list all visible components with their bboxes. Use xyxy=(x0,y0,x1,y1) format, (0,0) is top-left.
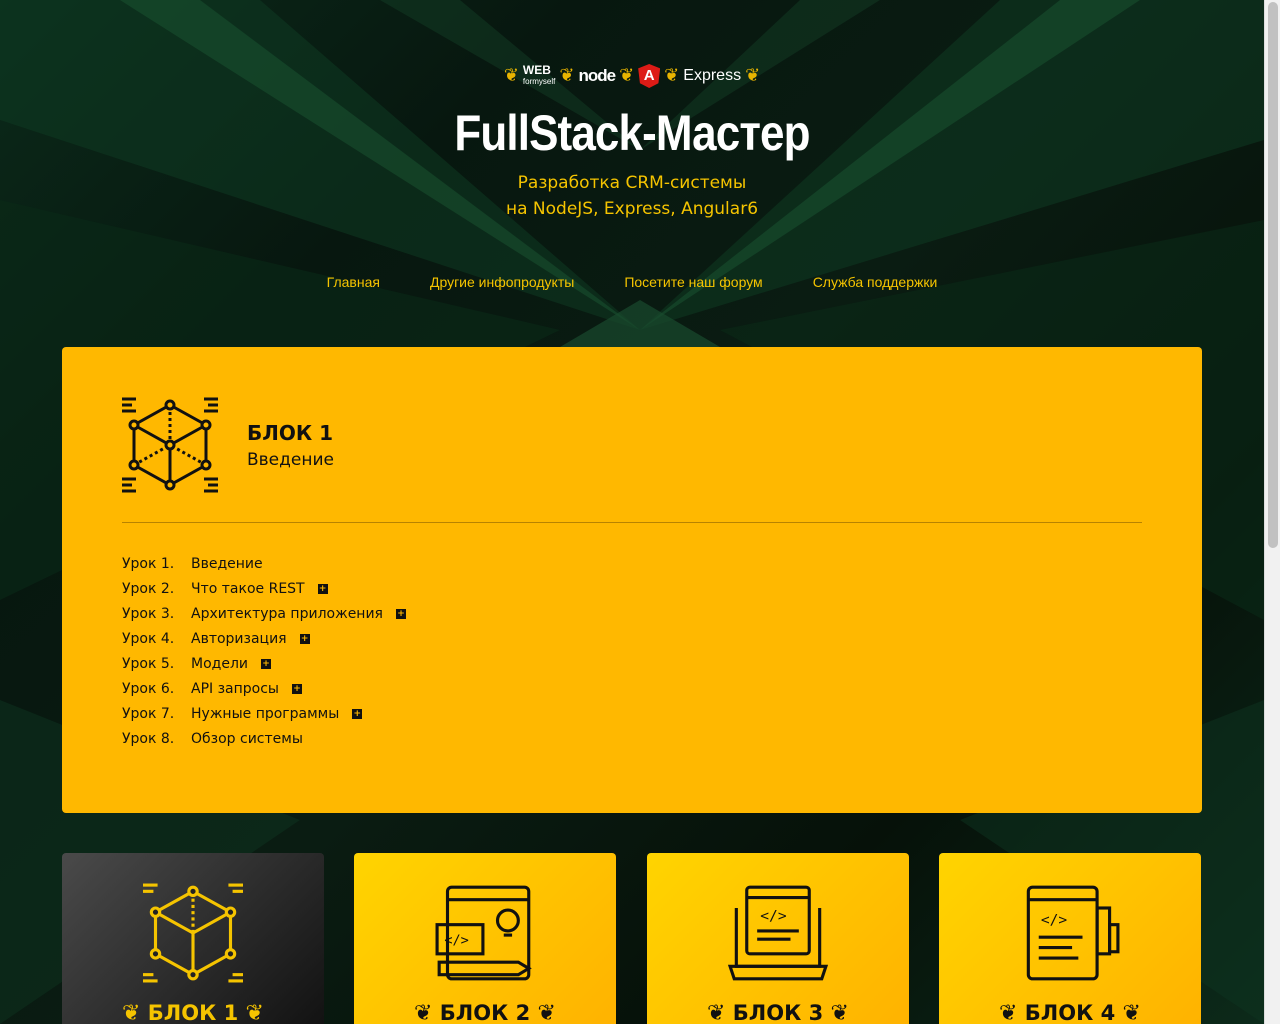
block-card-label: ❦ БЛОК 4 ❦ xyxy=(939,1001,1201,1024)
laurel-icon: ❦ xyxy=(414,1001,433,1024)
block-card-2[interactable]: </> ❦ БЛОК 2 ❦ xyxy=(354,853,616,1024)
lesson-title[interactable]: Архитектура приложения xyxy=(191,606,383,622)
lesson-number: Урок 1. xyxy=(122,555,175,572)
block-card-label: ❦ БЛОК 3 ❦ xyxy=(647,1001,909,1024)
lesson-item[interactable]: Урок 3. Архитектура приложения + xyxy=(122,601,406,626)
lesson-number: Урок 6. xyxy=(122,680,175,697)
expand-plus-icon[interactable]: + xyxy=(352,708,363,719)
expand-plus-icon[interactable]: + xyxy=(317,583,328,594)
expand-plus-icon[interactable]: + xyxy=(260,658,271,669)
lesson-item[interactable]: Урок 5. Модели + xyxy=(122,651,406,676)
nav-link-support[interactable]: Служба поддержки xyxy=(813,274,938,290)
design-icon: </> xyxy=(435,885,532,981)
expand-plus-icon[interactable]: + xyxy=(291,683,302,694)
nodejs-logo: node xyxy=(578,66,616,85)
lesson-title[interactable]: Введение xyxy=(191,556,263,572)
block-card-label-text: БЛОК 3 xyxy=(732,1001,824,1024)
tech-logos-row: ❦ WEB formyself ❦ node ❦ A ❦ Express ❦ xyxy=(0,62,1264,90)
block-card-label: ❦ БЛОК 2 ❦ xyxy=(354,1001,616,1024)
nav-link-forum[interactable]: Посетите наш форум xyxy=(624,274,762,290)
phone-code-icon: </> xyxy=(1026,885,1120,981)
block-card-label-text: БЛОК 4 xyxy=(1024,1001,1116,1024)
lesson-title[interactable]: Что такое REST xyxy=(191,581,305,597)
lesson-number: Урок 4. xyxy=(122,630,175,647)
express-logo: Express xyxy=(683,67,742,84)
nav-link-home[interactable]: Главная xyxy=(327,274,380,290)
cube-icon xyxy=(122,397,218,493)
lesson-title[interactable]: Модели xyxy=(191,656,248,672)
block-card-label-text: БЛОК 1 xyxy=(147,1001,239,1024)
page-subtitle: Разработка CRM-системы на NodeJS, Expres… xyxy=(0,170,1264,222)
lesson-title[interactable]: Обзор системы xyxy=(191,731,303,747)
lesson-item[interactable]: Урок 7. Нужные программы + xyxy=(122,701,406,726)
webformyself-logo-bottom: formyself xyxy=(522,77,556,86)
lesson-number: Урок 7. xyxy=(122,705,175,722)
laurel-icon: ❦ xyxy=(1122,1001,1141,1024)
svg-text:</>: </> xyxy=(760,908,787,925)
laurel-icon: ❦ xyxy=(537,1001,556,1024)
subtitle-line-2: на NodeJS, Express, Angular6 xyxy=(505,199,759,219)
lesson-number: Урок 8. xyxy=(122,730,175,747)
lesson-item[interactable]: Урок 4. Авторизация + xyxy=(122,626,406,651)
nav-link-other-products[interactable]: Другие инфопродукты xyxy=(430,274,574,290)
laurel-icon: ❦ xyxy=(619,65,635,86)
divider xyxy=(122,522,1142,523)
laurel-icon: ❦ xyxy=(245,1001,264,1024)
main-nav: Главная Другие инфопродукты Посетите наш… xyxy=(0,274,1264,290)
expand-plus-icon[interactable]: + xyxy=(395,608,406,619)
block-description: Введение xyxy=(247,449,334,470)
laptop-code-icon: </> xyxy=(728,885,828,981)
scrollbar-thumb[interactable] xyxy=(1268,2,1278,548)
page-title: FullStack-Мастер xyxy=(454,105,810,161)
laurel-icon: ❦ xyxy=(664,65,680,86)
laurel-icon: ❦ xyxy=(999,1001,1018,1024)
angular-logo: A xyxy=(638,64,661,88)
svg-text:</>: </> xyxy=(444,932,468,948)
block-card-label-text: БЛОК 2 xyxy=(439,1001,531,1024)
expand-plus-icon[interactable]: + xyxy=(299,633,310,644)
block-card-label: ❦ БЛОК 1 ❦ xyxy=(62,1001,324,1024)
laurel-icon: ❦ xyxy=(745,65,761,86)
lesson-number: Урок 3. xyxy=(122,605,175,622)
webformyself-logo-top: WEB xyxy=(522,63,551,77)
block-title: БЛОК 1 xyxy=(247,420,334,445)
cube-icon xyxy=(143,883,243,983)
lesson-item[interactable]: Урок 1. Введение xyxy=(122,551,406,576)
block-card-3[interactable]: </> ❦ БЛОК 3 ❦ xyxy=(647,853,909,1024)
laurel-icon: ❦ xyxy=(559,65,575,86)
lesson-item[interactable]: Урок 8. Обзор системы xyxy=(122,726,406,751)
laurel-icon: ❦ xyxy=(830,1001,849,1024)
svg-text:</>: </> xyxy=(1041,912,1068,929)
lesson-number: Урок 5. xyxy=(122,655,175,672)
block-detail-card: БЛОК 1 Введение Урок 1. Введение Урок 2. Ч… xyxy=(62,347,1202,813)
webformyself-logo: WEB formyself xyxy=(522,63,556,87)
subtitle-line-1: Разработка CRM-системы xyxy=(517,173,747,193)
block-card-4[interactable]: </> ❦ БЛОК 4 ❦ xyxy=(939,853,1201,1024)
vertical-scrollbar[interactable] xyxy=(1264,0,1280,1024)
laurel-icon: ❦ xyxy=(503,65,519,86)
lesson-item[interactable]: Урок 6. API запросы + xyxy=(122,676,406,701)
laurel-icon: ❦ xyxy=(122,1001,141,1024)
lesson-title[interactable]: Авторизация xyxy=(191,631,287,647)
block-card-1[interactable]: ❦ БЛОК 1 ❦ xyxy=(62,853,324,1024)
lesson-item[interactable]: Урок 2. Что такое REST + xyxy=(122,576,406,601)
lesson-title[interactable]: Нужные программы xyxy=(191,706,339,722)
lesson-number: Урок 2. xyxy=(122,580,175,597)
laurel-icon: ❦ xyxy=(707,1001,726,1024)
lesson-title[interactable]: API запросы xyxy=(191,681,279,697)
block-header: БЛОК 1 Введение xyxy=(122,397,334,493)
lesson-list: Урок 1. Введение Урок 2. Что такое REST + У… xyxy=(122,551,406,751)
